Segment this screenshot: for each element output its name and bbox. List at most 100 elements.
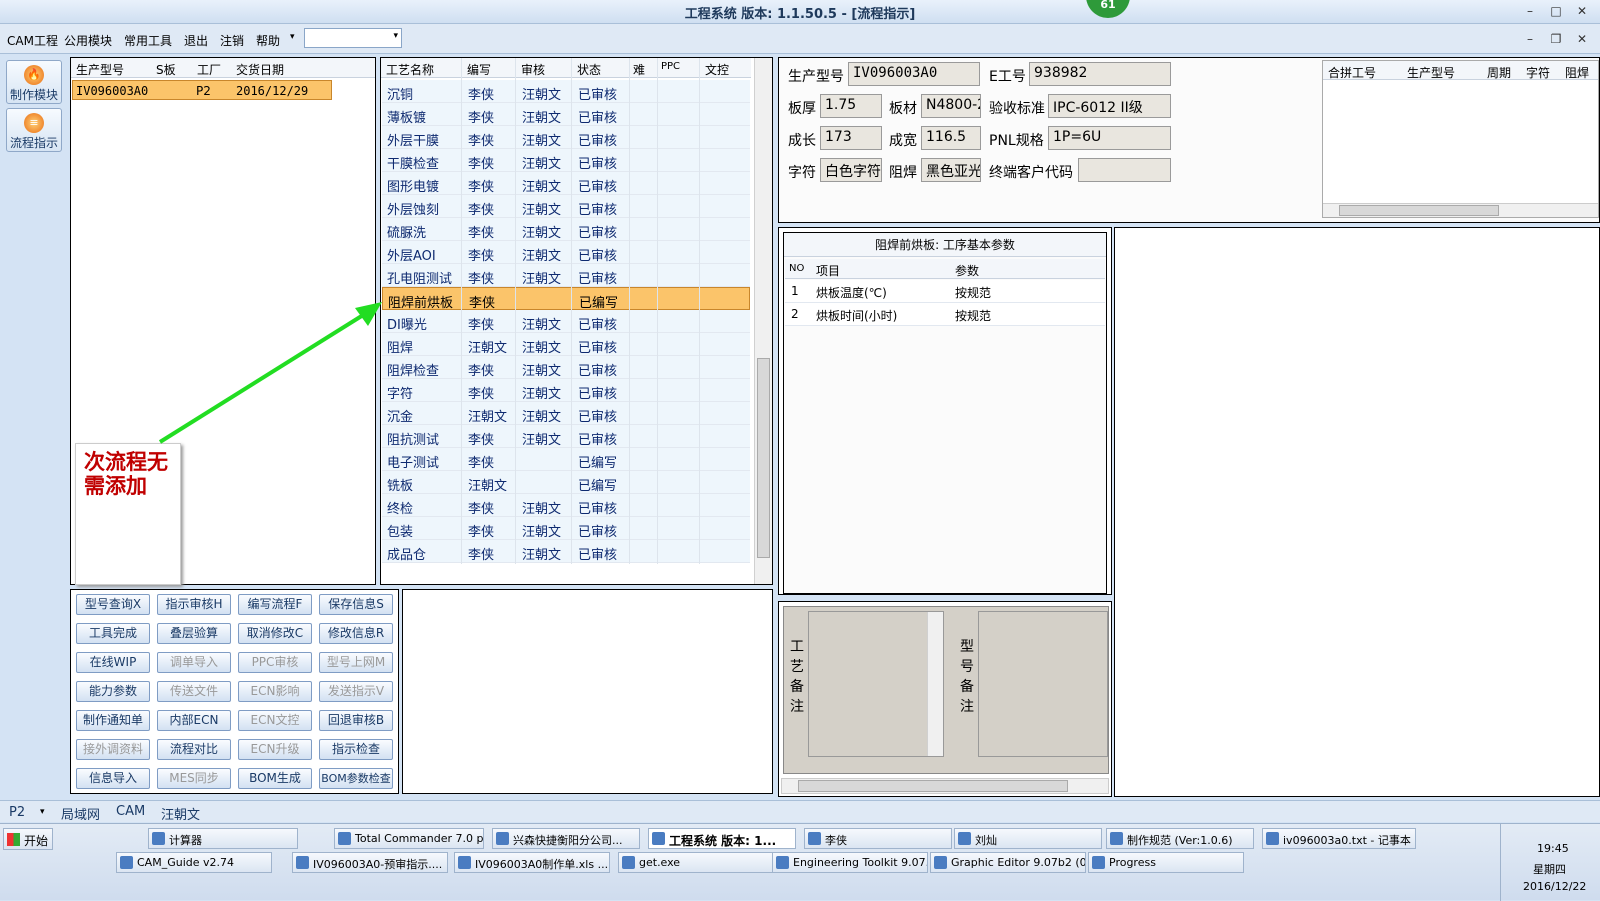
mdi-close-button[interactable]: ✕ (1572, 31, 1592, 47)
col-writer[interactable]: 编写 (467, 61, 491, 78)
col-difficulty[interactable]: 难 (633, 61, 645, 78)
process-row[interactable]: 阻焊 汪朝文 汪朝文 已审核 (382, 333, 750, 356)
char-field[interactable]: 白色字符 (820, 158, 882, 182)
customer-field[interactable] (1078, 158, 1171, 182)
col-value[interactable]: 参数 (955, 262, 979, 279)
col-merge-period[interactable]: 周期 (1487, 64, 1511, 81)
action-button[interactable]: ECN升级 (238, 739, 312, 760)
action-button[interactable]: 传送文件 (157, 681, 231, 702)
taskbar-item[interactable]: IV096003A0制作单.xls ... (454, 852, 610, 873)
process-scroll-thumb[interactable] (757, 358, 770, 558)
action-button[interactable]: 流程对比 (157, 739, 231, 760)
action-button[interactable]: MES同步 (157, 768, 231, 789)
process-row[interactable]: 包装 李侠 汪朝文 已审核 (382, 517, 750, 540)
action-button[interactable]: 叠层验算 (157, 623, 231, 644)
model-remark-box[interactable] (978, 611, 1108, 757)
menu-public[interactable]: 公用模块 (64, 32, 112, 49)
merge-scroll-thumb[interactable] (1339, 205, 1499, 216)
maximize-button[interactable]: □ (1546, 3, 1566, 19)
action-button[interactable]: 型号查询X (76, 594, 150, 615)
process-row[interactable]: 阻焊检查 李侠 汪朝文 已审核 (382, 356, 750, 379)
taskbar-item[interactable]: 制作规范 (Ver:1.0.6) (1106, 828, 1254, 849)
col-s-board[interactable]: S板 (156, 61, 176, 78)
process-row[interactable]: 沉金 汪朝文 汪朝文 已审核 (382, 402, 750, 425)
remarks-hscrollbar[interactable] (781, 778, 1109, 794)
mdi-minimize-button[interactable]: – (1520, 31, 1540, 47)
process-row[interactable]: 干膜检查 李侠 汪朝文 已审核 (382, 149, 750, 172)
action-button[interactable]: 发送指示V (319, 681, 393, 702)
taskbar-item[interactable]: get.exe (618, 852, 774, 873)
model-field[interactable]: IV096003A0 (848, 62, 980, 86)
col-merge-no[interactable]: 合拼工号 (1328, 64, 1376, 81)
process-row[interactable]: 外层干膜 李侠 汪朝文 已审核 (382, 126, 750, 149)
process-row[interactable]: 硫脲洗 李侠 汪朝文 已审核 (382, 218, 750, 241)
taskbar-item[interactable]: Engineering Toolkit 9.07... (772, 852, 928, 873)
action-button[interactable]: 调单导入 (157, 652, 231, 673)
menu-tools[interactable]: 常用工具 (124, 32, 172, 49)
taskbar-item[interactable]: 李侠 (804, 828, 952, 849)
process-row[interactable]: 孔电阻测试 李侠 汪朝文 已审核 (382, 264, 750, 287)
action-button[interactable]: 指示检查 (319, 739, 393, 760)
action-button[interactable]: 编写流程F (238, 594, 312, 615)
process-row[interactable]: 阻抗测试 李侠 汪朝文 已审核 (382, 425, 750, 448)
col-ppc[interactable]: PPC (661, 61, 680, 72)
process-row[interactable]: 成品仓 李侠 汪朝文 已审核 (382, 540, 750, 563)
taskbar-item[interactable]: 刘灿 (954, 828, 1102, 849)
mask-field[interactable]: 黑色亚光 (921, 158, 981, 182)
minimize-button[interactable]: – (1520, 3, 1540, 19)
process-row[interactable]: 图形电镀 李侠 汪朝文 已审核 (382, 172, 750, 195)
col-merge-char[interactable]: 字符 (1526, 64, 1550, 81)
action-button[interactable]: 在线WIP (76, 652, 150, 673)
process-row[interactable]: 外层蚀刻 李侠 汪朝文 已审核 (382, 195, 750, 218)
process-row[interactable]: 沉铜 李侠 汪朝文 已审核 (382, 80, 750, 103)
process-remark-scrollbar[interactable] (927, 612, 943, 756)
col-merge-model[interactable]: 生产型号 (1407, 64, 1455, 81)
menu-combo[interactable]: ▾ (304, 28, 402, 48)
process-row[interactable]: 阻焊前烘板 李侠 已编写 (382, 287, 750, 311)
taskbar-item[interactable]: iv096003a0.txt - 记事本 (1262, 828, 1416, 849)
action-button[interactable]: BOM参数检查 (319, 768, 393, 789)
taskbar-item[interactable]: Total Commander 7.0 p... (334, 828, 484, 849)
taskbar-item[interactable]: 兴森快捷衡阳分公司... (492, 828, 640, 849)
taskbar-item[interactable]: IV096003A0-预审指示.... (292, 852, 448, 873)
param-row[interactable]: 1 烘板温度(℃) 按规范 (785, 280, 1105, 303)
menu-help[interactable]: 帮助 (256, 32, 280, 49)
col-process-name[interactable]: 工艺名称 (386, 61, 434, 78)
taskbar-item[interactable]: Graphic Editor 9.07b2 (0... (930, 852, 1086, 873)
make-module-button[interactable]: 🔥 制作模块 (6, 60, 62, 104)
process-scrollbar[interactable] (754, 58, 772, 584)
menu-cam[interactable]: CAM工程 (7, 32, 58, 49)
action-button[interactable]: 能力参数 (76, 681, 150, 702)
menu-logout[interactable]: 注销 (220, 32, 244, 49)
process-row[interactable]: 电子测试 李侠 已编写 (382, 448, 750, 471)
process-row[interactable]: 外层AOI 李侠 汪朝文 已审核 (382, 241, 750, 264)
col-delivery-date[interactable]: 交货日期 (236, 61, 284, 78)
standard-field[interactable]: IPC-6012 II级 (1048, 94, 1171, 118)
col-model[interactable]: 生产型号 (76, 61, 124, 78)
menu-exit[interactable]: 退出 (184, 32, 208, 49)
process-row[interactable]: 薄板镀 李侠 汪朝文 已审核 (382, 103, 750, 126)
param-row[interactable]: 2 烘板时间(小时) 按规范 (785, 303, 1105, 326)
flow-guide-button[interactable]: ≡ 流程指示 (6, 108, 62, 152)
process-row[interactable]: 终检 李侠 汪朝文 已审核 (382, 494, 750, 517)
action-button[interactable]: 回退审核B (319, 710, 393, 731)
action-button[interactable]: PPC审核 (238, 652, 312, 673)
action-button[interactable]: 内部ECN (157, 710, 231, 731)
col-reviewer[interactable]: 审核 (521, 61, 545, 78)
thickness-field[interactable]: 1.75 (820, 94, 882, 118)
action-button[interactable]: 工具完成 (76, 623, 150, 644)
width-field[interactable]: 116.5 (921, 126, 981, 150)
process-row[interactable]: 字符 李侠 汪朝文 已审核 (382, 379, 750, 402)
col-factory[interactable]: 工厂 (197, 61, 221, 78)
merge-hscrollbar[interactable] (1323, 203, 1598, 217)
process-remark-box[interactable] (808, 611, 944, 757)
start-button[interactable]: 开始 (3, 828, 53, 850)
col-merge-mask[interactable]: 阻焊 (1565, 64, 1589, 81)
model-row-selected[interactable]: IV096003A0 P2 2016/12/29 (72, 80, 332, 100)
close-button[interactable]: ✕ (1572, 3, 1592, 19)
action-button[interactable]: 指示审核H (157, 594, 231, 615)
mdi-restore-button[interactable]: ❐ (1546, 31, 1566, 47)
action-button[interactable]: 接外调资料 (76, 739, 150, 760)
e-no-field[interactable]: 938982 (1029, 62, 1171, 86)
taskbar-item[interactable]: 工程系统 版本: 1... (648, 828, 796, 849)
